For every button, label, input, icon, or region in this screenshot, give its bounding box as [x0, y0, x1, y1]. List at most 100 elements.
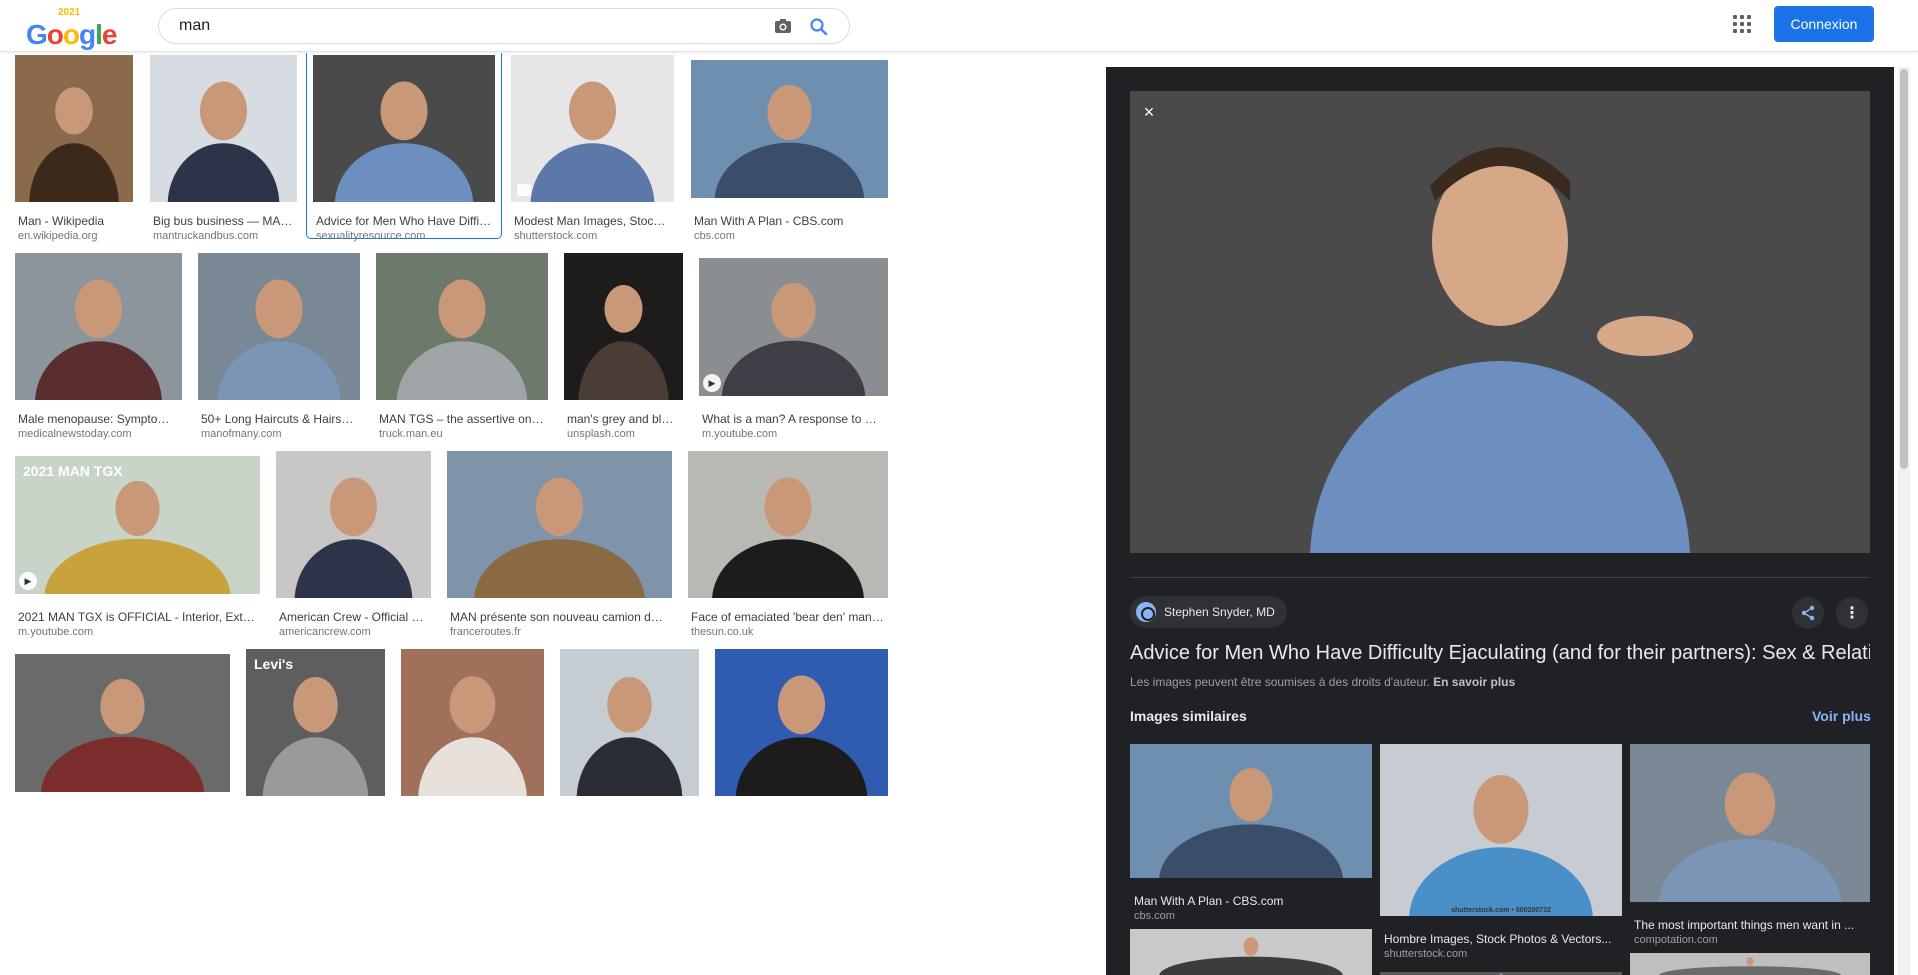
result-thumbnail[interactable]	[376, 253, 548, 400]
similar-caption[interactable]: Hombre Images, Stock Photos & Vectors...	[1384, 932, 1618, 946]
image-result[interactable]: 50+ Long Haircuts & Hairstyle Ti... manof…	[198, 253, 360, 442]
result-source: unsplash.com	[567, 428, 635, 440]
top-bar: 2021 Google Connexion	[0, 0, 1918, 52]
search-icon[interactable]	[809, 17, 831, 37]
image-result[interactable]	[15, 654, 230, 838]
share-icon[interactable]	[1792, 597, 1824, 629]
similar-image[interactable]: The most important things men want in ..…	[1630, 744, 1870, 950]
similar-image[interactable]: Man With A Plan - CBS.com cbs.com	[1130, 744, 1372, 926]
result-source: medicalnewstoday.com	[18, 428, 132, 440]
result-source: m.youtube.com	[18, 626, 94, 638]
result-caption[interactable]: MAN présente son nouveau camion de chant…	[450, 610, 668, 624]
image-result[interactable]: Face of emaciated 'bear den' man reveale…	[688, 451, 888, 640]
sign-in-button[interactable]: Connexion	[1774, 6, 1874, 42]
result-caption[interactable]: MAN TGS – the assertive one | MA...	[379, 412, 544, 426]
result-thumbnail[interactable]	[511, 55, 674, 202]
result-thumbnail[interactable]	[715, 649, 888, 796]
result-caption[interactable]: Male menopause: Symptoms, cau...	[18, 412, 178, 426]
image-result[interactable]: Modest Man Images, Stock Phot... shutters…	[511, 55, 674, 244]
preview-main-image[interactable]	[1130, 91, 1870, 553]
search-input[interactable]	[179, 15, 719, 37]
result-thumbnail[interactable]: 2021 MAN TGX ▶	[15, 456, 260, 594]
source-author: Stephen Snyder, MD	[1164, 605, 1275, 619]
similar-image[interactable]	[1130, 929, 1372, 975]
result-caption[interactable]: Man With A Plan - CBS.com	[694, 214, 884, 228]
result-thumbnail[interactable]: Levi's	[246, 649, 385, 796]
similar-caption[interactable]: The most important things men want in ..…	[1634, 918, 1866, 932]
svg-text:Google: Google	[26, 19, 117, 50]
result-source: en.wikipedia.org	[18, 230, 98, 242]
image-result[interactable]: Levi's	[246, 649, 385, 838]
image-result[interactable]: man's grey and black s... unsplash.com	[564, 253, 683, 442]
result-caption[interactable]: American Crew - Official Suppli...	[279, 610, 427, 624]
image-result[interactable]: ▶ What is a man? A response to Gillette -…	[699, 258, 888, 442]
apps-grid-icon[interactable]	[1730, 12, 1754, 36]
result-caption[interactable]: Face of emaciated 'bear den' man reveale…	[691, 610, 884, 624]
result-source: truck.man.eu	[379, 428, 443, 440]
result-thumbnail[interactable]	[15, 654, 230, 792]
similar-thumbnail[interactable]	[1630, 744, 1870, 902]
similar-thumbnail[interactable]	[1380, 967, 1622, 975]
result-thumbnail[interactable]	[401, 649, 544, 796]
image-result[interactable]: MAN présente son nouveau camion de chant…	[447, 451, 672, 640]
similar-image[interactable]	[1630, 953, 1870, 975]
image-result[interactable]: Man - Wikipedia en.wikipedia.org	[15, 55, 133, 244]
result-thumbnail[interactable]	[688, 451, 888, 598]
result-caption[interactable]: Modest Man Images, Stock Phot...	[514, 214, 670, 228]
result-caption[interactable]: 2021 MAN TGX is OFFICIAL - Interior, Ext…	[18, 610, 256, 624]
image-result[interactable]: 2021 MAN TGX ▶ 2021 MAN TGX is OFFICIAL - …	[15, 456, 260, 640]
result-thumbnail[interactable]	[198, 253, 360, 400]
similar-thumbnail[interactable]	[1130, 929, 1372, 975]
image-result[interactable]	[560, 649, 699, 838]
similar-thumbnail[interactable]: shutterstock.com • 600200732	[1380, 744, 1622, 916]
source-chip[interactable]: Stephen Snyder, MD	[1130, 596, 1287, 628]
result-thumbnail[interactable]	[691, 60, 888, 198]
result-source: sexualityresource.com	[316, 230, 426, 242]
result-caption[interactable]: Big bus business — MAN Tru...	[153, 214, 293, 228]
similar-image[interactable]: shutterstock.com • 600200732 Hombre Image…	[1380, 744, 1622, 964]
scrollbar[interactable]	[1898, 67, 1910, 975]
camera-icon[interactable]	[773, 17, 795, 37]
result-source: mantruckandbus.com	[153, 230, 259, 242]
result-source: americancrew.com	[279, 626, 371, 638]
image-result[interactable]: Big bus business — MAN Tru... mantruckand…	[150, 55, 297, 244]
thumbnail-overlay-text: 2021 MAN TGX	[23, 463, 123, 479]
scrollbar-thumb[interactable]	[1900, 69, 1908, 469]
result-caption[interactable]: What is a man? A response to Gillette -.…	[702, 412, 884, 426]
preview-title-link[interactable]: Advice for Men Who Have Difficulty Ejacu…	[1130, 642, 1870, 665]
similar-thumbnail[interactable]	[1630, 953, 1870, 975]
copyright-notice: Les images peuvent être soumises à des d…	[1130, 675, 1515, 689]
similar-caption[interactable]: Man With A Plan - CBS.com	[1134, 894, 1368, 908]
image-result[interactable]: Advice for Men Who Have Difficulty E... s…	[306, 53, 502, 242]
image-result[interactable]	[401, 649, 544, 838]
result-thumbnail[interactable]	[560, 649, 699, 796]
result-caption[interactable]: Man - Wikipedia	[18, 214, 129, 228]
image-result[interactable]	[715, 649, 888, 838]
result-thumbnail[interactable]	[150, 55, 297, 202]
similar-source: cbs.com	[1134, 910, 1175, 922]
result-caption[interactable]: man's grey and black s...	[567, 412, 679, 426]
result-thumbnail[interactable]	[313, 55, 495, 202]
see-more-link[interactable]: Voir plus	[1812, 708, 1871, 724]
result-thumbnail[interactable]	[15, 55, 133, 202]
more-options-icon[interactable]: ⋮	[1836, 597, 1868, 629]
close-preview-icon[interactable]: ×	[1138, 101, 1160, 123]
result-thumbnail[interactable]	[564, 253, 683, 400]
similar-source: shutterstock.com	[1384, 948, 1468, 960]
result-thumbnail[interactable]	[276, 451, 431, 598]
result-caption[interactable]: 50+ Long Haircuts & Hairstyle Ti...	[201, 412, 356, 426]
image-result[interactable]: Man With A Plan - CBS.com cbs.com	[691, 60, 888, 244]
result-source: m.youtube.com	[702, 428, 778, 440]
similar-image[interactable]	[1380, 967, 1622, 975]
image-result[interactable]: American Crew - Official Suppli... americ…	[276, 451, 431, 640]
image-result[interactable]: MAN TGS – the assertive one | MA... truck…	[376, 253, 548, 442]
result-thumbnail[interactable]: ▶	[699, 258, 888, 396]
google-doodle-logo[interactable]: 2021 Google	[24, 7, 136, 50]
image-result[interactable]: Male menopause: Symptoms, cau... medicaln…	[15, 253, 182, 442]
learn-more-link[interactable]: En savoir plus	[1433, 675, 1515, 689]
result-thumbnail[interactable]	[15, 253, 182, 400]
result-caption[interactable]: Advice for Men Who Have Difficulty E...	[316, 214, 497, 228]
similar-thumbnail[interactable]	[1130, 744, 1372, 878]
result-source: thesun.co.uk	[691, 626, 754, 638]
result-thumbnail[interactable]	[447, 451, 672, 598]
